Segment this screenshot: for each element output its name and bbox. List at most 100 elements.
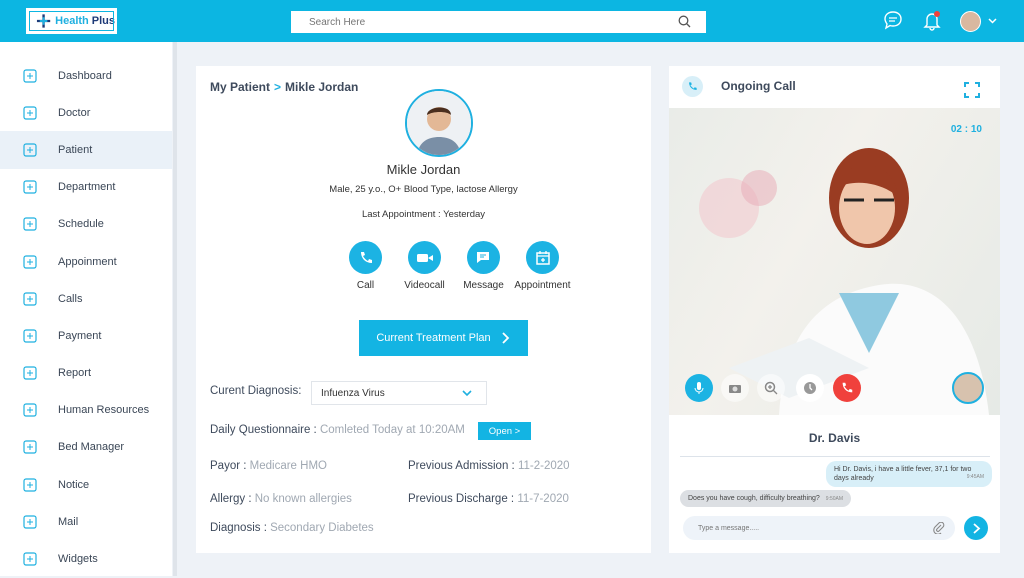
send-button[interactable] bbox=[964, 516, 988, 540]
sidebar: Dashboard Doctor Patient Department Schedule… bbox=[0, 42, 172, 576]
top-header: Health Plus bbox=[0, 0, 1024, 42]
sidebar-item-mail[interactable]: Mail bbox=[0, 503, 172, 540]
patient-icon bbox=[23, 143, 37, 157]
phone-hangup-icon bbox=[842, 382, 853, 393]
chevron-right-icon bbox=[502, 332, 509, 344]
diagnosis-select[interactable]: Infuenza Virus bbox=[311, 381, 487, 405]
prev-admission-label: Previous Admission : bbox=[408, 460, 515, 472]
call-title: Ongoing Call bbox=[721, 79, 796, 93]
sidebar-item-label: Calls bbox=[58, 292, 83, 305]
sidebar-item-department[interactable]: Department bbox=[0, 169, 172, 206]
doctor-icon bbox=[23, 106, 37, 120]
sidebar-item-bed-manager[interactable]: Bed Manager bbox=[0, 429, 172, 466]
sidebar-item-schedule[interactable]: Schedule bbox=[0, 206, 172, 243]
call-timer: 02 : 10 bbox=[950, 124, 982, 135]
message-text: Does you have cough, difficulty breathin… bbox=[688, 495, 820, 502]
sidebar-item-label: Patient bbox=[58, 143, 93, 156]
call-status-icon bbox=[682, 76, 703, 97]
notice-icon bbox=[23, 478, 37, 492]
brand-name: Health bbox=[55, 15, 89, 27]
patient-card: My Patient > Mikle Jordan Mikle Jordan Mal… bbox=[196, 66, 651, 553]
bell-icon[interactable] bbox=[921, 9, 943, 31]
videocall-action[interactable]: Videocall bbox=[395, 241, 454, 291]
calendar-icon bbox=[535, 250, 550, 265]
sidebar-item-label: Widgets bbox=[58, 553, 98, 566]
sidebar-item-patient[interactable]: Patient bbox=[0, 131, 172, 169]
last-appointment: Last Appointment : Yesterday bbox=[361, 209, 486, 220]
chat-message: Does you have cough, difficulty breathin… bbox=[680, 490, 852, 507]
breadcrumb: My Patient > Mikle Jordan bbox=[210, 80, 358, 94]
chat-icon[interactable] bbox=[882, 9, 904, 31]
message-text: Hi Dr. Davis, i have a little fever, 37,… bbox=[834, 466, 972, 483]
payor-label: Payor : bbox=[210, 460, 247, 472]
call-action[interactable]: Call bbox=[336, 241, 395, 291]
appointment-icon bbox=[23, 254, 37, 269]
payor-value: Medicare HMO bbox=[249, 460, 327, 472]
phone-icon bbox=[23, 292, 37, 306]
open-questionnaire-button[interactable]: Open > bbox=[478, 422, 531, 440]
message-input[interactable] bbox=[683, 516, 955, 540]
timer-button[interactable] bbox=[796, 374, 824, 402]
video-camera-icon bbox=[416, 253, 433, 262]
call-card: Ongoing Call 02 : 10 Dr. Davis Hi Dr. Da… bbox=[669, 66, 1000, 553]
appointment-action[interactable]: Appointment bbox=[513, 241, 572, 291]
sidebar-item-dashboard[interactable]: Dashboard bbox=[0, 57, 172, 94]
clock-icon bbox=[804, 382, 816, 394]
diagnosis-selected: Infuenza Virus bbox=[321, 387, 385, 399]
sidebar-item-label: Appoinment bbox=[58, 255, 117, 268]
patient-actions: Call Videocall Message Appointment bbox=[336, 241, 572, 291]
sidebar-item-label: Human Resources bbox=[58, 404, 150, 417]
prev-discharge-value: 11-7-2020 bbox=[517, 493, 569, 505]
breadcrumb-root[interactable]: My Patient bbox=[210, 80, 270, 94]
sidebar-item-label: Department bbox=[58, 181, 116, 194]
sidebar-item-calls[interactable]: Calls bbox=[0, 280, 172, 317]
camera-button[interactable] bbox=[721, 374, 749, 402]
schedule-icon bbox=[23, 217, 37, 231]
bed-icon bbox=[23, 440, 37, 455]
sidebar-item-doctor[interactable]: Doctor bbox=[0, 94, 172, 131]
sidebar-item-notice[interactable]: Notice bbox=[0, 466, 172, 503]
action-label: Message bbox=[463, 280, 504, 291]
microphone-icon bbox=[694, 382, 704, 394]
questionnaire-value: Comleted Today at 10:20AM bbox=[319, 424, 465, 436]
treatment-plan-label: Current Treatment Plan bbox=[376, 332, 491, 344]
department-icon bbox=[23, 180, 37, 194]
message-action[interactable]: Message bbox=[454, 241, 513, 291]
video-feed: 02 : 10 bbox=[669, 108, 1000, 415]
action-label: Appointment bbox=[514, 280, 571, 291]
sidebar-item-appoinment[interactable]: Appoinment bbox=[0, 243, 172, 280]
diagnosis2-row: Diagnosis : Secondary Diabetes bbox=[210, 522, 374, 534]
sidebar-item-report[interactable]: Report bbox=[0, 355, 172, 392]
mail-icon bbox=[23, 515, 37, 529]
attachment-icon[interactable] bbox=[933, 522, 945, 534]
diagnosis-label: Curent Diagnosis: bbox=[210, 385, 302, 397]
treatment-plan-button[interactable]: Current Treatment Plan bbox=[359, 320, 528, 356]
mute-button[interactable] bbox=[685, 374, 713, 402]
chevron-down-icon bbox=[462, 390, 472, 397]
send-icon bbox=[972, 522, 980, 534]
sidebar-scrollbar[interactable] bbox=[173, 42, 177, 576]
user-avatar[interactable] bbox=[960, 11, 981, 32]
fullscreen-icon[interactable] bbox=[964, 82, 980, 98]
prev-admission-value: 11-2-2020 bbox=[517, 460, 570, 472]
patient-avatar bbox=[405, 89, 473, 157]
camera-icon bbox=[729, 384, 741, 393]
search-icon[interactable] bbox=[678, 15, 691, 28]
end-call-button[interactable] bbox=[833, 374, 861, 402]
self-view-thumbnail[interactable] bbox=[952, 372, 984, 404]
patient-info: Male, 25 y.o., O+ Blood Type, lactose Al… bbox=[329, 184, 518, 195]
widgets-icon bbox=[23, 552, 37, 566]
logo[interactable]: Health Plus bbox=[26, 8, 117, 34]
message-icon bbox=[476, 251, 489, 263]
payment-icon bbox=[23, 329, 37, 343]
sidebar-item-widgets[interactable]: Widgets bbox=[0, 540, 172, 577]
zoom-button[interactable] bbox=[757, 374, 785, 402]
sidebar-item-human-resources[interactable]: Human Resources bbox=[0, 392, 172, 429]
doctor-video-image bbox=[699, 148, 989, 415]
payor-row: Payor : Medicare HMO bbox=[210, 460, 327, 472]
diagnosis2-value: Secondary Diabetes bbox=[270, 522, 374, 534]
search-input[interactable] bbox=[291, 11, 706, 33]
report-icon bbox=[23, 366, 37, 380]
sidebar-item-payment[interactable]: Payment bbox=[0, 317, 172, 354]
chevron-down-icon[interactable] bbox=[988, 18, 997, 24]
